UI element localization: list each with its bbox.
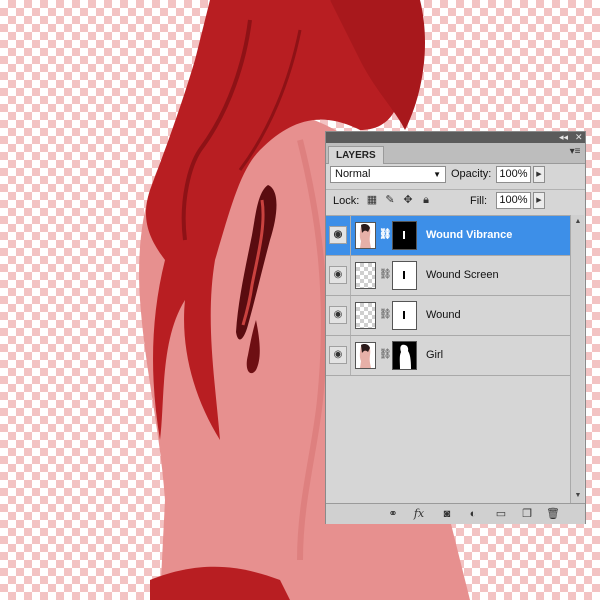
mask-link-icon[interactable]: ⛓ bbox=[379, 309, 392, 321]
layer-thumbnail[interactable] bbox=[355, 342, 376, 369]
blend-mode-select[interactable]: Normal ▼ bbox=[330, 166, 446, 183]
layer-thumbnail[interactable] bbox=[355, 302, 376, 329]
layers-bottom-toolbar: ⚭ fx ◙ ◐ ▭ ❐ 🗑︎ bbox=[326, 503, 585, 524]
mask-link-icon[interactable]: ⛓ bbox=[379, 349, 392, 361]
scroll-down-icon[interactable]: ▼ bbox=[573, 491, 583, 501]
layer-name[interactable]: Girl bbox=[426, 349, 443, 361]
layers-list: ◉ ⛓ Wound Vibrance ◉ ⛓ Wound Screen ◉ ⛓ … bbox=[326, 215, 570, 504]
fill-input[interactable]: 100% bbox=[496, 192, 531, 209]
mask-link-icon[interactable]: ⛓ bbox=[379, 269, 392, 281]
opacity-label: Opacity: bbox=[451, 168, 492, 180]
layer-name[interactable]: Wound Vibrance bbox=[426, 229, 512, 241]
collapse-icon[interactable]: ◂◂ bbox=[559, 132, 568, 143]
layer-mask-thumbnail[interactable] bbox=[392, 261, 417, 290]
blend-row: Normal ▼ Opacity: 100% ▶ bbox=[330, 165, 582, 187]
divider bbox=[326, 189, 585, 190]
opacity-slider-arrow-icon[interactable]: ▶ bbox=[533, 166, 545, 183]
close-icon[interactable]: ✕ bbox=[575, 132, 583, 143]
lock-transparent-pixels-icon[interactable]: ▦ bbox=[366, 194, 378, 206]
scroll-up-icon[interactable]: ▲ bbox=[573, 217, 583, 227]
blend-mode-value: Normal bbox=[335, 168, 371, 180]
add-mask-icon[interactable]: ◙ bbox=[440, 507, 454, 521]
new-group-icon[interactable]: ▭ bbox=[494, 507, 508, 521]
eye-icon[interactable]: ◉ bbox=[329, 346, 347, 364]
panel-title-strip: ◂◂ ✕ bbox=[326, 132, 585, 143]
lock-row: Lock: ▦ ✎ ✥ 🔒︎ Fill: 100% ▶ bbox=[330, 191, 582, 211]
layer-thumbnail[interactable] bbox=[355, 222, 376, 249]
layer-mask-thumbnail[interactable] bbox=[392, 221, 417, 250]
layer-thumbnail[interactable] bbox=[355, 262, 376, 289]
new-layer-icon[interactable]: ❐ bbox=[520, 507, 534, 521]
panel-menu-icon[interactable]: ▾≡ bbox=[568, 146, 582, 158]
link-layers-icon[interactable]: ⚭ bbox=[386, 507, 400, 521]
layer-style-icon[interactable]: fx bbox=[412, 507, 426, 521]
opacity-input[interactable]: 100% bbox=[496, 166, 531, 183]
lock-position-icon[interactable]: ✥ bbox=[402, 194, 414, 206]
delete-layer-icon[interactable]: 🗑︎ bbox=[546, 507, 560, 521]
chevron-down-icon: ▼ bbox=[433, 170, 441, 179]
layer-row-girl[interactable]: ◉ ⛓ Girl bbox=[326, 336, 570, 376]
eye-icon[interactable]: ◉ bbox=[329, 306, 347, 324]
layer-mask-thumbnail[interactable] bbox=[392, 341, 417, 370]
adjustment-layer-icon[interactable]: ◐ bbox=[466, 507, 480, 521]
lock-all-icon[interactable]: 🔒︎ bbox=[420, 194, 432, 206]
layers-panel: ◂◂ ✕ LAYERS ▾≡ Normal ▼ Opacity: 100% ▶ … bbox=[325, 131, 586, 524]
tab-layers[interactable]: LAYERS bbox=[328, 146, 384, 164]
layer-row-wound[interactable]: ◉ ⛓ Wound bbox=[326, 296, 570, 336]
layers-scrollbar[interactable]: ▲ ▼ bbox=[570, 215, 584, 503]
layer-name[interactable]: Wound bbox=[426, 309, 461, 321]
eye-icon[interactable]: ◉ bbox=[329, 266, 347, 284]
layer-mask-thumbnail[interactable] bbox=[392, 301, 417, 330]
lock-label: Lock: bbox=[333, 195, 360, 207]
fill-label: Fill: bbox=[470, 195, 488, 207]
layer-row-wound-vibrance[interactable]: ◉ ⛓ Wound Vibrance bbox=[326, 216, 570, 256]
lock-image-pixels-icon[interactable]: ✎ bbox=[384, 194, 396, 206]
mask-link-icon[interactable]: ⛓ bbox=[379, 229, 392, 241]
layer-row-wound-screen[interactable]: ◉ ⛓ Wound Screen bbox=[326, 256, 570, 296]
panel-tab-bar: LAYERS ▾≡ bbox=[326, 143, 585, 164]
fill-slider-arrow-icon[interactable]: ▶ bbox=[533, 192, 545, 209]
layer-name[interactable]: Wound Screen bbox=[426, 269, 499, 281]
eye-icon[interactable]: ◉ bbox=[329, 226, 347, 244]
